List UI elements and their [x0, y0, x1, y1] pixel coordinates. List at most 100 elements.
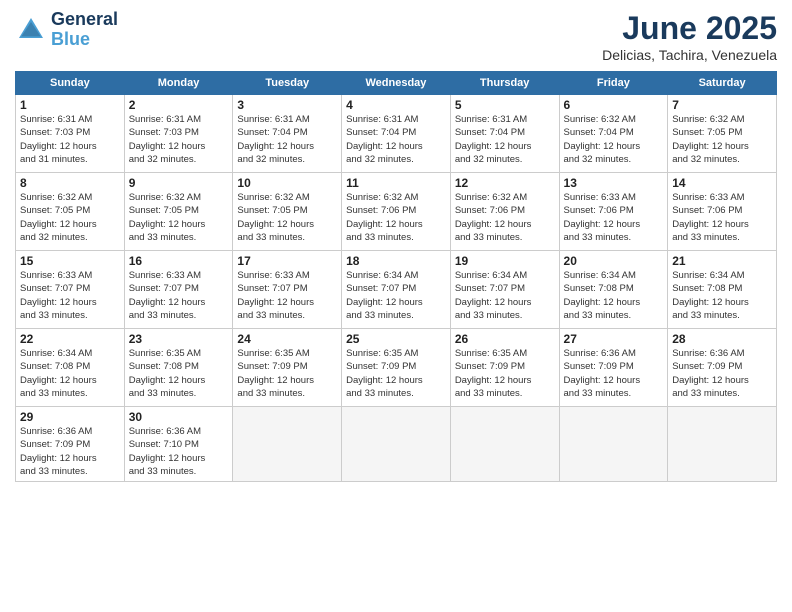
logo: General Blue [15, 10, 118, 50]
day-info: Sunrise: 6:33 AMSunset: 7:06 PMDaylight:… [564, 191, 664, 244]
calendar-cell: 6Sunrise: 6:32 AMSunset: 7:04 PMDaylight… [559, 95, 668, 173]
day-number: 12 [455, 176, 555, 190]
day-number: 21 [672, 254, 772, 268]
day-info: Sunrise: 6:36 AMSunset: 7:09 PMDaylight:… [672, 347, 772, 400]
day-info: Sunrise: 6:33 AMSunset: 7:07 PMDaylight:… [237, 269, 337, 322]
day-info: Sunrise: 6:35 AMSunset: 7:09 PMDaylight:… [346, 347, 446, 400]
day-number: 7 [672, 98, 772, 112]
day-number: 24 [237, 332, 337, 346]
calendar-cell: 28Sunrise: 6:36 AMSunset: 7:09 PMDayligh… [668, 329, 777, 407]
calendar-cell: 1Sunrise: 6:31 AMSunset: 7:03 PMDaylight… [16, 95, 125, 173]
calendar-cell: 19Sunrise: 6:34 AMSunset: 7:07 PMDayligh… [450, 251, 559, 329]
day-number: 14 [672, 176, 772, 190]
calendar-cell: 27Sunrise: 6:36 AMSunset: 7:09 PMDayligh… [559, 329, 668, 407]
page: General Blue June 2025 Delicias, Tachira… [0, 0, 792, 612]
day-info: Sunrise: 6:33 AMSunset: 7:06 PMDaylight:… [672, 191, 772, 244]
day-info: Sunrise: 6:32 AMSunset: 7:05 PMDaylight:… [672, 113, 772, 166]
day-number: 8 [20, 176, 120, 190]
calendar-cell: 17Sunrise: 6:33 AMSunset: 7:07 PMDayligh… [233, 251, 342, 329]
day-number: 29 [20, 410, 120, 424]
calendar-cell: 20Sunrise: 6:34 AMSunset: 7:08 PMDayligh… [559, 251, 668, 329]
day-number: 25 [346, 332, 446, 346]
day-number: 20 [564, 254, 664, 268]
day-number: 16 [129, 254, 229, 268]
calendar-cell: 12Sunrise: 6:32 AMSunset: 7:06 PMDayligh… [450, 173, 559, 251]
calendar-cell [233, 407, 342, 482]
day-info: Sunrise: 6:34 AMSunset: 7:08 PMDaylight:… [20, 347, 120, 400]
calendar-cell: 18Sunrise: 6:34 AMSunset: 7:07 PMDayligh… [342, 251, 451, 329]
day-info: Sunrise: 6:33 AMSunset: 7:07 PMDaylight:… [129, 269, 229, 322]
day-info: Sunrise: 6:34 AMSunset: 7:08 PMDaylight:… [564, 269, 664, 322]
day-info: Sunrise: 6:31 AMSunset: 7:04 PMDaylight:… [346, 113, 446, 166]
calendar-cell [559, 407, 668, 482]
day-info: Sunrise: 6:34 AMSunset: 7:07 PMDaylight:… [346, 269, 446, 322]
calendar-cell: 26Sunrise: 6:35 AMSunset: 7:09 PMDayligh… [450, 329, 559, 407]
header-wednesday: Wednesday [342, 72, 451, 95]
day-info: Sunrise: 6:34 AMSunset: 7:07 PMDaylight:… [455, 269, 555, 322]
day-info: Sunrise: 6:35 AMSunset: 7:09 PMDaylight:… [455, 347, 555, 400]
header-thursday: Thursday [450, 72, 559, 95]
day-info: Sunrise: 6:36 AMSunset: 7:09 PMDaylight:… [564, 347, 664, 400]
day-info: Sunrise: 6:33 AMSunset: 7:07 PMDaylight:… [20, 269, 120, 322]
calendar-cell: 22Sunrise: 6:34 AMSunset: 7:08 PMDayligh… [16, 329, 125, 407]
calendar-cell: 11Sunrise: 6:32 AMSunset: 7:06 PMDayligh… [342, 173, 451, 251]
day-number: 23 [129, 332, 229, 346]
calendar-cell: 16Sunrise: 6:33 AMSunset: 7:07 PMDayligh… [124, 251, 233, 329]
calendar-cell: 13Sunrise: 6:33 AMSunset: 7:06 PMDayligh… [559, 173, 668, 251]
title-block: June 2025 Delicias, Tachira, Venezuela [602, 10, 777, 63]
header-tuesday: Tuesday [233, 72, 342, 95]
day-info: Sunrise: 6:35 AMSunset: 7:09 PMDaylight:… [237, 347, 337, 400]
calendar-cell: 8Sunrise: 6:32 AMSunset: 7:05 PMDaylight… [16, 173, 125, 251]
day-number: 18 [346, 254, 446, 268]
calendar-cell [450, 407, 559, 482]
day-info: Sunrise: 6:35 AMSunset: 7:08 PMDaylight:… [129, 347, 229, 400]
calendar-cell: 3Sunrise: 6:31 AMSunset: 7:04 PMDaylight… [233, 95, 342, 173]
calendar-cell: 15Sunrise: 6:33 AMSunset: 7:07 PMDayligh… [16, 251, 125, 329]
day-number: 2 [129, 98, 229, 112]
day-info: Sunrise: 6:36 AMSunset: 7:10 PMDaylight:… [129, 425, 229, 478]
calendar-header-row: Sunday Monday Tuesday Wednesday Thursday… [16, 72, 777, 95]
day-number: 4 [346, 98, 446, 112]
day-info: Sunrise: 6:32 AMSunset: 7:05 PMDaylight:… [129, 191, 229, 244]
location: Delicias, Tachira, Venezuela [602, 47, 777, 63]
day-info: Sunrise: 6:32 AMSunset: 7:05 PMDaylight:… [20, 191, 120, 244]
calendar-cell: 24Sunrise: 6:35 AMSunset: 7:09 PMDayligh… [233, 329, 342, 407]
day-info: Sunrise: 6:31 AMSunset: 7:04 PMDaylight:… [237, 113, 337, 166]
day-info: Sunrise: 6:32 AMSunset: 7:06 PMDaylight:… [455, 191, 555, 244]
day-info: Sunrise: 6:32 AMSunset: 7:05 PMDaylight:… [237, 191, 337, 244]
day-number: 19 [455, 254, 555, 268]
day-number: 15 [20, 254, 120, 268]
day-number: 5 [455, 98, 555, 112]
calendar-cell: 5Sunrise: 6:31 AMSunset: 7:04 PMDaylight… [450, 95, 559, 173]
calendar-cell: 30Sunrise: 6:36 AMSunset: 7:10 PMDayligh… [124, 407, 233, 482]
calendar-cell: 10Sunrise: 6:32 AMSunset: 7:05 PMDayligh… [233, 173, 342, 251]
day-info: Sunrise: 6:36 AMSunset: 7:09 PMDaylight:… [20, 425, 120, 478]
calendar: Sunday Monday Tuesday Wednesday Thursday… [15, 71, 777, 482]
day-number: 3 [237, 98, 337, 112]
calendar-cell: 25Sunrise: 6:35 AMSunset: 7:09 PMDayligh… [342, 329, 451, 407]
day-info: Sunrise: 6:31 AMSunset: 7:03 PMDaylight:… [129, 113, 229, 166]
logo-text: General Blue [51, 10, 118, 50]
calendar-cell [342, 407, 451, 482]
calendar-cell: 7Sunrise: 6:32 AMSunset: 7:05 PMDaylight… [668, 95, 777, 173]
calendar-cell: 14Sunrise: 6:33 AMSunset: 7:06 PMDayligh… [668, 173, 777, 251]
day-number: 22 [20, 332, 120, 346]
day-info: Sunrise: 6:31 AMSunset: 7:03 PMDaylight:… [20, 113, 120, 166]
header-monday: Monday [124, 72, 233, 95]
day-info: Sunrise: 6:32 AMSunset: 7:04 PMDaylight:… [564, 113, 664, 166]
day-number: 28 [672, 332, 772, 346]
day-number: 17 [237, 254, 337, 268]
month-title: June 2025 [602, 10, 777, 47]
calendar-cell: 4Sunrise: 6:31 AMSunset: 7:04 PMDaylight… [342, 95, 451, 173]
day-number: 26 [455, 332, 555, 346]
header-sunday: Sunday [16, 72, 125, 95]
day-number: 6 [564, 98, 664, 112]
header: General Blue June 2025 Delicias, Tachira… [15, 10, 777, 63]
calendar-cell: 2Sunrise: 6:31 AMSunset: 7:03 PMDaylight… [124, 95, 233, 173]
day-number: 13 [564, 176, 664, 190]
calendar-cell: 23Sunrise: 6:35 AMSunset: 7:08 PMDayligh… [124, 329, 233, 407]
day-info: Sunrise: 6:31 AMSunset: 7:04 PMDaylight:… [455, 113, 555, 166]
header-saturday: Saturday [668, 72, 777, 95]
day-number: 9 [129, 176, 229, 190]
day-number: 11 [346, 176, 446, 190]
